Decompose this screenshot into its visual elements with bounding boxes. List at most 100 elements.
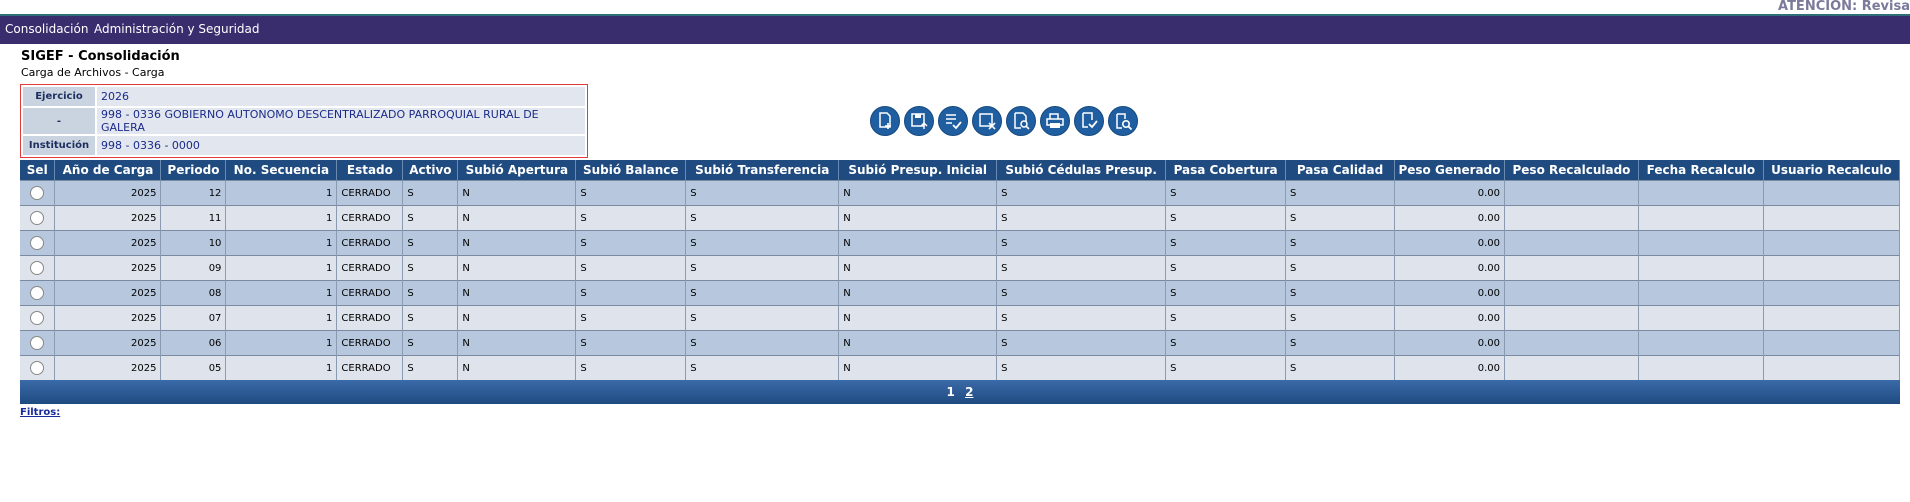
- menu-item-administracion[interactable]: Administración y Seguridad: [94, 22, 260, 36]
- new-file-icon[interactable]: [870, 106, 900, 136]
- table-row[interactable]: 2025 11 1 CERRADO S N S S N S S S 0.00: [20, 205, 1901, 231]
- row-select-cell: [20, 230, 56, 256]
- col-peso-recalculado[interactable]: Peso Recalculado: [1504, 160, 1639, 181]
- table-cell: 2025: [54, 205, 162, 231]
- delete-record-icon[interactable]: [972, 106, 1002, 136]
- col-pasa-calidad[interactable]: Pasa Calidad: [1285, 160, 1395, 181]
- col-activo[interactable]: Activo: [402, 160, 459, 181]
- table-cell: [1763, 355, 1901, 380]
- zoom-search-icon[interactable]: [1108, 106, 1138, 136]
- table-cell: 1: [225, 330, 338, 356]
- table-cell: 07: [160, 305, 227, 331]
- col-subio-presup-inicial[interactable]: Subió Presup. Inicial: [838, 160, 998, 181]
- col-subio-apertura[interactable]: Subió Apertura: [457, 160, 577, 181]
- table-row[interactable]: 2025 09 1 CERRADO S N S S N S S S 0.00: [20, 255, 1901, 281]
- check-list-icon[interactable]: [938, 106, 968, 136]
- table-cell: S: [1165, 330, 1287, 356]
- table-cell: S: [1285, 355, 1395, 380]
- table-cell: S: [402, 355, 459, 380]
- table-cell: N: [838, 330, 998, 356]
- table-cell: 06: [160, 330, 227, 356]
- print-icon[interactable]: [1040, 106, 1070, 136]
- table-cell: 0.00: [1394, 280, 1505, 306]
- table-cell: 2025: [54, 305, 162, 331]
- table-cell: 2025: [54, 255, 162, 281]
- table-cell: N: [838, 355, 998, 380]
- table-cell: N: [457, 255, 577, 281]
- col-pasa-cobertura[interactable]: Pasa Cobertura: [1165, 160, 1287, 181]
- table-cell: S: [575, 355, 687, 380]
- col-secuencia[interactable]: No. Secuencia: [225, 160, 338, 181]
- page-subtitle: Carga de Archivos - Carga: [21, 66, 165, 79]
- col-anio-carga[interactable]: Año de Carga: [54, 160, 162, 181]
- table-cell: [1638, 255, 1764, 281]
- unidad-label: -: [23, 108, 95, 134]
- col-estado[interactable]: Estado: [336, 160, 404, 181]
- table-cell: S: [402, 280, 459, 306]
- col-fecha-recalculo[interactable]: Fecha Recalculo: [1638, 160, 1764, 181]
- table-row[interactable]: 2025 06 1 CERRADO S N S S N S S S 0.00: [20, 330, 1901, 356]
- table-cell: 05: [160, 355, 227, 380]
- col-usuario-recalculo[interactable]: Usuario Recalculo: [1763, 160, 1901, 181]
- table-cell: 1: [225, 230, 338, 256]
- table-cell: [1504, 180, 1639, 206]
- table-cell: CERRADO: [336, 230, 404, 256]
- table-cell: [1504, 305, 1639, 331]
- col-peso-generado[interactable]: Peso Generado: [1394, 160, 1505, 181]
- row-select-radio[interactable]: [30, 361, 45, 375]
- search-document-icon[interactable]: [1006, 106, 1036, 136]
- row-select-radio[interactable]: [30, 211, 45, 225]
- table-cell: S: [685, 255, 840, 281]
- row-select-radio[interactable]: [30, 311, 45, 325]
- row-select-cell: [20, 205, 56, 231]
- col-sel[interactable]: Sel: [20, 160, 56, 181]
- table-row[interactable]: 2025 10 1 CERRADO S N S S N S S S 0.00: [20, 230, 1901, 256]
- notice-text: ATENCIÓN: Revisa: [1778, 0, 1910, 14]
- table-row[interactable]: 2025 12 1 CERRADO S N S S N S S S 0.00: [20, 180, 1901, 206]
- row-select-radio[interactable]: [30, 261, 45, 275]
- table-row[interactable]: 2025 07 1 CERRADO S N S S N S S S 0.00: [20, 305, 1901, 331]
- table-cell: S: [685, 230, 840, 256]
- menu-item-consolidacion[interactable]: Consolidación: [5, 22, 88, 36]
- approve-icon[interactable]: [1074, 106, 1104, 136]
- save-upload-icon[interactable]: [904, 106, 934, 136]
- main-menu: Consolidación Administración y Seguridad: [0, 16, 1910, 44]
- row-select-radio[interactable]: [30, 236, 45, 250]
- table-cell: S: [402, 305, 459, 331]
- table-row[interactable]: 2025 05 1 CERRADO S N S S N S S S 0.00: [20, 355, 1901, 380]
- row-select-radio[interactable]: [30, 186, 45, 200]
- table-cell: 1: [225, 205, 338, 231]
- table-cell: S: [1285, 180, 1395, 206]
- col-subio-transferencia[interactable]: Subió Transferencia: [685, 160, 840, 181]
- col-subio-balance[interactable]: Subió Balance: [575, 160, 687, 181]
- col-subio-cedulas[interactable]: Subió Cédulas Presup.: [996, 160, 1167, 181]
- table-cell: 08: [160, 280, 227, 306]
- table-cell: CERRADO: [336, 255, 404, 281]
- table-cell: 1: [225, 280, 338, 306]
- table-cell: S: [575, 255, 687, 281]
- table-cell: 0.00: [1394, 180, 1505, 206]
- table-cell: 0.00: [1394, 230, 1505, 256]
- table-cell: S: [685, 355, 840, 380]
- table-cell: S: [685, 180, 840, 206]
- row-select-cell: [20, 280, 56, 306]
- page-link-2[interactable]: 2: [965, 385, 973, 399]
- filters-link[interactable]: Filtros:: [20, 407, 60, 418]
- table-cell: S: [996, 230, 1167, 256]
- table-cell: S: [1285, 330, 1395, 356]
- context-info-box: Ejercicio 2026 - 998 - 0336 GOBIERNO AUT…: [20, 84, 588, 158]
- table-cell: 1: [225, 305, 338, 331]
- row-select-cell: [20, 330, 56, 356]
- unidad-value: 998 - 0336 GOBIERNO AUTONOMO DESCENTRALI…: [97, 108, 585, 134]
- table-cell: S: [1285, 305, 1395, 331]
- table-cell: N: [457, 305, 577, 331]
- table-row[interactable]: 2025 08 1 CERRADO S N S S N S S S 0.00: [20, 280, 1901, 306]
- table-cell: S: [575, 330, 687, 356]
- row-select-radio[interactable]: [30, 286, 45, 300]
- ejercicio-value: 2026: [97, 87, 585, 106]
- top-notice-bar: ATENCIÓN: Revisa: [0, 0, 1910, 16]
- table-cell: S: [575, 180, 687, 206]
- table-cell: 0.00: [1394, 205, 1505, 231]
- row-select-radio[interactable]: [30, 336, 45, 350]
- col-periodo[interactable]: Periodo: [160, 160, 227, 181]
